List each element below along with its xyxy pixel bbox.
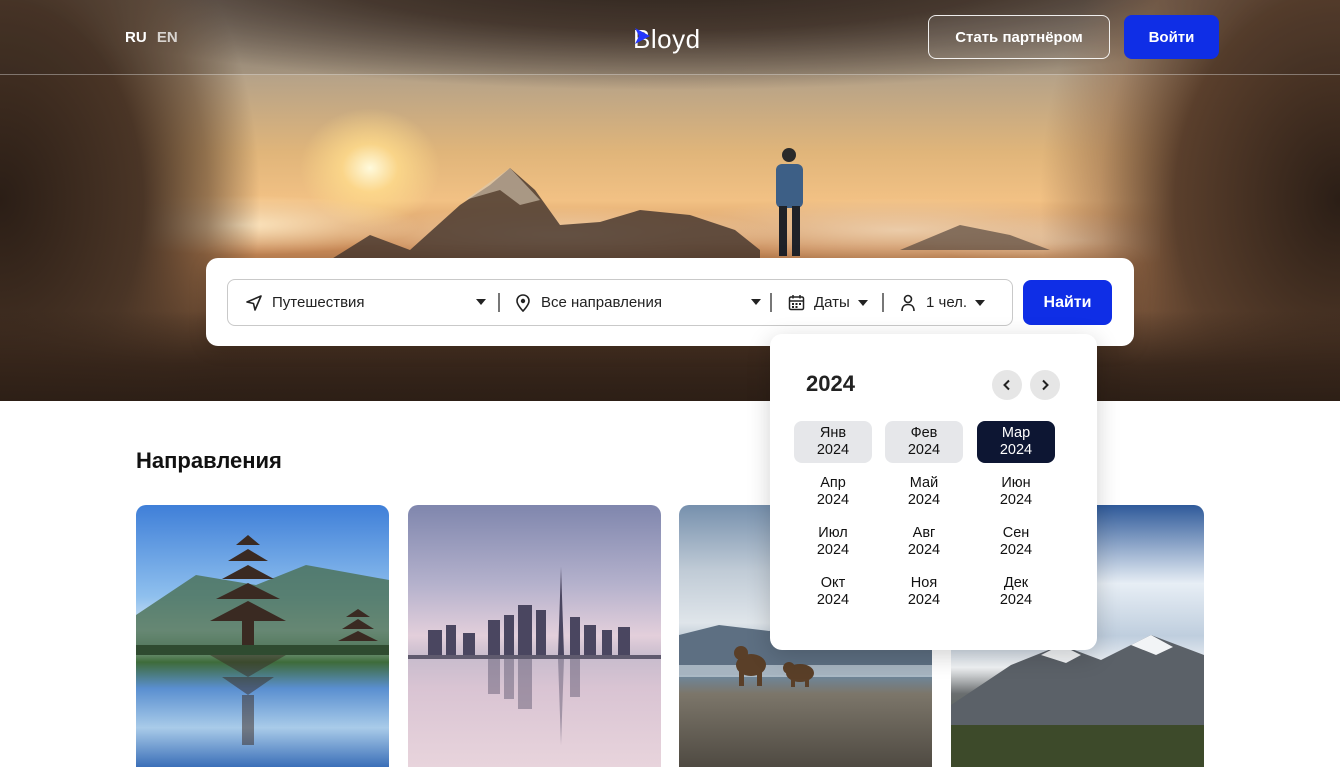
month-year: 2024 (907, 492, 941, 508)
month-year: 2024 (816, 592, 850, 608)
month-year: 2024 (816, 492, 850, 508)
field-divider (770, 293, 772, 312)
month-cell[interactable]: Июл 2024 (794, 521, 872, 563)
month-name: Авг (912, 525, 936, 541)
search-panel: Путешествия Все направления Даты 1 чел. (206, 258, 1134, 346)
field-divider (882, 293, 884, 312)
next-year-button[interactable] (1030, 370, 1060, 400)
month-year: 2024 (999, 542, 1033, 558)
month-cell[interactable]: Апр 2024 (794, 471, 872, 513)
login-button[interactable]: Войти (1124, 15, 1219, 59)
language-en[interactable]: EN (157, 29, 178, 46)
destination-value: Все направления (541, 294, 662, 311)
previous-year-button[interactable] (992, 370, 1022, 400)
month-name: Янв (819, 425, 847, 441)
calendar-year: 2024 (806, 371, 855, 396)
month-name: Ноя (910, 575, 938, 591)
month-year: 2024 (999, 442, 1033, 458)
travel-type-value: Путешествия (272, 294, 365, 311)
month-cell[interactable]: Май 2024 (885, 471, 963, 513)
month-name: Дек (1003, 575, 1029, 591)
destination-card-dubai[interactable] (408, 505, 661, 767)
month-name: Сен (1002, 525, 1030, 541)
month-cell[interactable]: Фев 2024 (885, 421, 963, 463)
site-logo[interactable]: Bloyd (633, 20, 701, 54)
chevron-down-icon (476, 299, 486, 305)
calendar-icon (786, 293, 806, 313)
month-cell[interactable]: Ноя 2024 (885, 571, 963, 613)
search-field-group: Путешествия Все направления Даты 1 чел. (227, 279, 1013, 326)
become-partner-button[interactable]: Стать партнёром (928, 15, 1110, 59)
month-name: Май (909, 475, 939, 491)
site-header: RU EN Bloyd Стать партнёром Войти (0, 0, 1340, 75)
find-button[interactable]: Найти (1023, 280, 1112, 325)
destinations-title: Направления (136, 448, 282, 473)
month-name: Окт (820, 575, 846, 591)
dubai-skyline-reflection-photo (408, 567, 661, 745)
dates-select[interactable]: Даты (786, 280, 886, 325)
month-name: Апр (820, 475, 846, 491)
person-icon (898, 293, 918, 313)
language-switcher: RU EN (125, 29, 184, 46)
destination-select[interactable]: Все направления (513, 280, 775, 325)
month-year: 2024 (907, 542, 941, 558)
month-year: 2024 (907, 442, 941, 458)
logo-arrow-icon (635, 28, 650, 44)
month-year: 2024 (816, 542, 850, 558)
month-year: 2024 (816, 442, 850, 458)
month-cell[interactable]: Мар 2024 (977, 421, 1055, 463)
month-name: Июн (1001, 475, 1031, 491)
month-cell[interactable]: Янв 2024 (794, 421, 872, 463)
navigation-arrow-icon (244, 293, 264, 313)
hiker-figure (776, 148, 803, 256)
chevron-down-icon (857, 299, 868, 306)
month-cell[interactable]: Окт 2024 (794, 571, 872, 613)
chevron-left-icon (1003, 379, 1010, 391)
month-year: 2024 (999, 492, 1033, 508)
month-cell[interactable]: Июн 2024 (977, 471, 1055, 513)
destination-card-bali[interactable] (136, 505, 389, 767)
field-divider (498, 293, 500, 312)
month-name: Фев (910, 425, 938, 441)
dates-value: Даты (814, 294, 850, 311)
bali-temple-lake-photo (136, 535, 389, 745)
travel-type-select[interactable]: Путешествия (244, 280, 500, 325)
chevron-down-icon (751, 299, 761, 305)
month-year: 2024 (907, 592, 941, 608)
people-select[interactable]: 1 чел. (898, 280, 1008, 325)
month-cell[interactable]: Дек 2024 (977, 571, 1055, 613)
people-value: 1 чел. (926, 294, 968, 311)
chevron-down-icon (975, 299, 986, 306)
month-cell[interactable]: Авг 2024 (885, 521, 963, 563)
month-name: Мар (1001, 425, 1031, 441)
month-name: Июл (818, 525, 848, 541)
month-cell[interactable]: Сен 2024 (977, 521, 1055, 563)
language-ru[interactable]: RU (125, 29, 147, 46)
month-year: 2024 (999, 592, 1033, 608)
month-picker-popover: 2024 Янв 2024 Фев 2024 Мар 2024 Апр 2024 Май 2024… (770, 334, 1097, 650)
location-pin-icon (513, 293, 533, 313)
chevron-right-icon (1042, 379, 1049, 391)
